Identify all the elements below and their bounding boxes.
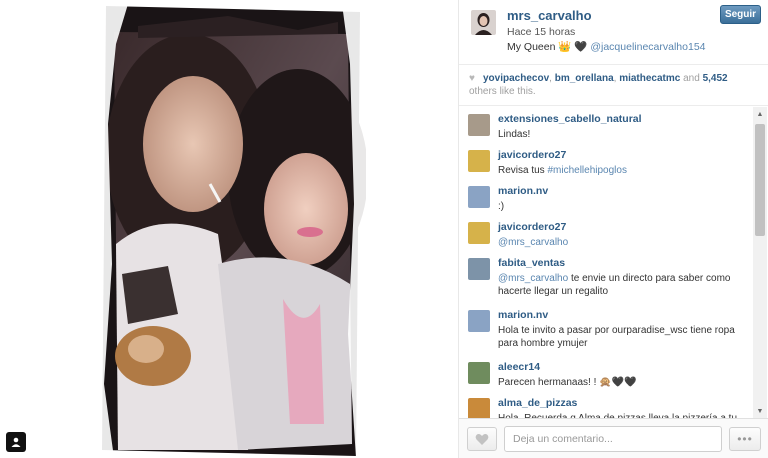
post-side-panel: mrs_carvalho Hace 15 horas My Queen 👑 🖤 … xyxy=(458,0,768,458)
heart-icon: ♥ xyxy=(469,73,475,84)
comment-text: :) xyxy=(498,200,746,213)
commenter-avatar[interactable] xyxy=(468,186,490,208)
commenter-avatar[interactable] xyxy=(468,310,490,332)
comment-text-part: :) xyxy=(498,201,505,212)
triangle-up-icon[interactable]: ▲ xyxy=(753,107,767,121)
comment-item: marion.nv:) xyxy=(459,179,751,215)
more-options-button[interactable]: ••• xyxy=(729,427,761,451)
comment-text-part: Lindas! xyxy=(498,129,531,140)
commenter-avatar[interactable] xyxy=(468,150,490,172)
commenter-username[interactable]: marion.nv xyxy=(498,185,548,197)
commenter-username[interactable]: alma_de_pizzas xyxy=(498,397,577,409)
comment-item: alma_de_pizzasHola. Recuerda q Alma de p… xyxy=(459,391,751,418)
liker-link[interactable]: miathecatmc xyxy=(619,73,680,84)
liker-link[interactable]: bm_orellana xyxy=(555,73,614,84)
commenter-avatar[interactable] xyxy=(468,362,490,384)
comment-item: marion.nv Hola te invito a pasar por ourp… xyxy=(459,303,751,355)
post-caption: My Queen 👑 🖤 @jacquelinecarvalho154 xyxy=(507,40,706,53)
scrollbar-thumb[interactable] xyxy=(755,124,765,236)
comment-mention[interactable]: #michellehipoglos xyxy=(547,165,627,176)
comment-item: fabita_ventas @mrs_carvalho te envie un d… xyxy=(459,251,751,303)
commenter-username[interactable]: fabita_ventas xyxy=(498,257,565,269)
likes-count[interactable]: 5,452 xyxy=(703,73,728,84)
commenter-username[interactable]: javicordero27 xyxy=(498,149,566,161)
comment-text: Revisa tus #michellehipoglos xyxy=(498,164,746,177)
comments-scrollbar[interactable]: ▲ ▼ xyxy=(753,107,767,418)
triangle-down-icon[interactable]: ▼ xyxy=(753,404,767,418)
follow-button[interactable]: Seguir xyxy=(720,5,761,24)
commenter-avatar[interactable] xyxy=(468,258,490,280)
commenter-username[interactable]: aleecr14 xyxy=(498,361,540,373)
post-photo[interactable] xyxy=(98,4,366,458)
comment-text-part: Hola te invito a pasar por ourparadise_w… xyxy=(498,325,735,349)
comment-mention[interactable]: @mrs_carvalho xyxy=(498,273,568,284)
person-icon xyxy=(11,437,21,447)
comment-mention[interactable]: @mrs_carvalho xyxy=(498,237,568,248)
heart-icon xyxy=(475,433,489,445)
comment-item: aleecr14 Parecen hermanaas! ! 🙊🖤🖤 xyxy=(459,355,751,391)
comment-text-part: Revisa tus xyxy=(498,165,548,176)
comment-item: javicordero27 @mrs_carvalho xyxy=(459,215,751,251)
comment-text: Hola te invito a pasar por ourparadise_w… xyxy=(498,324,746,350)
likes-and: and xyxy=(680,73,703,84)
caption-mention[interactable]: @jacquelinecarvalho154 xyxy=(590,41,705,53)
liker-link[interactable]: yovipachecov xyxy=(483,73,549,84)
comment-text-part: Parecen hermanaas! ! 🙊🖤🖤 xyxy=(498,377,637,388)
comment-text: @mrs_carvalho te envie un directo para s… xyxy=(498,272,746,298)
comment-item: javicordero27 Revisa tus #michellehipoglo… xyxy=(459,143,751,179)
caption-text: My Queen 👑 🖤 xyxy=(507,41,591,53)
commenter-avatar[interactable] xyxy=(468,398,490,418)
photo-pane xyxy=(0,0,458,458)
comment-input[interactable] xyxy=(504,426,722,452)
comment-compose-bar: ••• xyxy=(459,418,768,458)
post-header: mrs_carvalho Hace 15 horas My Queen 👑 🖤 … xyxy=(459,0,768,64)
likes-others-text: others like this. xyxy=(469,86,536,97)
commenter-username[interactable]: extensiones_cabello_natural xyxy=(498,113,642,125)
commenter-username[interactable]: marion.nv xyxy=(498,309,548,321)
owner-avatar[interactable] xyxy=(471,10,496,35)
profile-badge[interactable] xyxy=(6,432,26,452)
comment-item: extensiones_cabello_natural Lindas! xyxy=(459,107,751,143)
commenter-avatar[interactable] xyxy=(468,222,490,244)
comment-text: Parecen hermanaas! ! 🙊🖤🖤 xyxy=(498,376,746,389)
commenter-avatar[interactable] xyxy=(468,114,490,136)
comment-text: Lindas! xyxy=(498,128,746,141)
commenter-username[interactable]: javicordero27 xyxy=(498,221,566,233)
likes-summary: ♥ yovipachecov, bm_orellana, miathecatmc … xyxy=(459,64,768,106)
ellipsis-icon: ••• xyxy=(737,432,753,446)
comment-text: @mrs_carvalho xyxy=(498,236,746,249)
owner-username[interactable]: mrs_carvalho xyxy=(507,8,592,23)
post-timestamp: Hace 15 horas xyxy=(507,26,576,38)
comments-list: extensiones_cabello_natural Lindas! javico… xyxy=(459,107,751,418)
photo-image xyxy=(98,4,366,458)
avatar-image xyxy=(471,10,496,35)
like-button[interactable] xyxy=(467,427,497,451)
